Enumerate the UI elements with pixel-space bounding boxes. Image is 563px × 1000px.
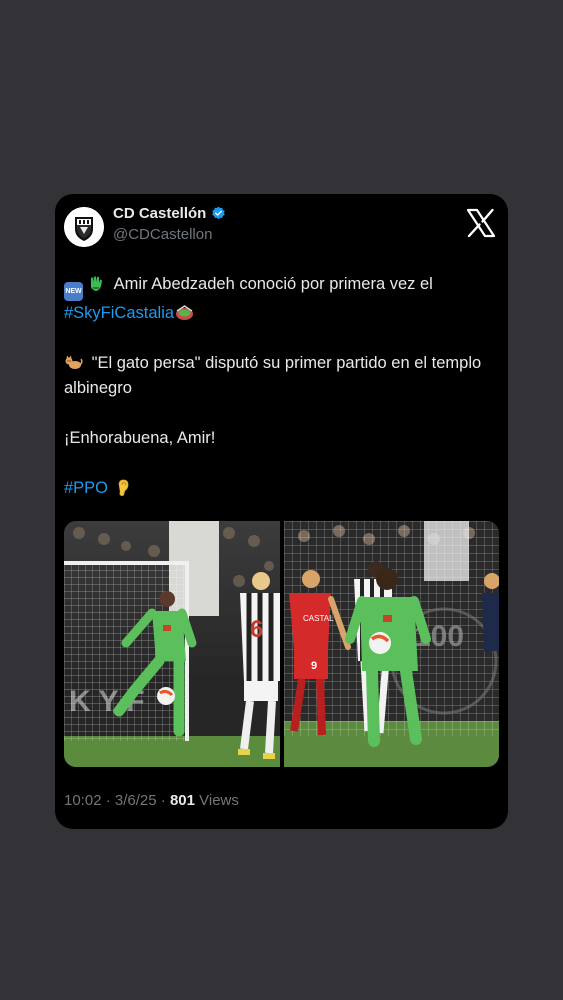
photo-goalkeeper-catching[interactable]: 100 CASTAL 9 bbox=[283, 521, 499, 767]
line3-text: ¡Enhorabuena, Amir! bbox=[64, 429, 216, 447]
club-avatar[interactable] bbox=[64, 207, 104, 247]
stadium-emoji-icon bbox=[175, 303, 194, 322]
user-handle[interactable]: @CDCastellon bbox=[113, 226, 212, 243]
hashtag-ppo[interactable]: #PPO bbox=[64, 479, 108, 497]
hashtag-skyficastalia[interactable]: #SkyFiCastalia bbox=[64, 304, 174, 322]
meta-separator-2: · bbox=[156, 792, 170, 809]
away-jersey-sponsor: CASTAL bbox=[303, 614, 334, 623]
svg-text:9: 9 bbox=[311, 660, 317, 672]
meta-separator: · bbox=[101, 792, 115, 809]
tweet-card[interactable]: CD Castellón @CDCastellon NEW Amir Abedz… bbox=[55, 194, 508, 829]
tweet-media: K Y F bbox=[64, 521, 499, 767]
club-crest-icon bbox=[64, 207, 104, 247]
line1-text: Amir Abedzadeh conoció por primera vez e… bbox=[110, 275, 433, 293]
tweet-meta: 10:02 · 3/6/25 · 801 Views bbox=[64, 792, 239, 809]
x-logo-icon[interactable] bbox=[466, 208, 496, 238]
views-label: Views bbox=[194, 792, 239, 809]
ear-emoji-icon bbox=[113, 478, 132, 497]
display-name[interactable]: CD Castellón bbox=[113, 205, 206, 222]
cat-emoji-icon bbox=[64, 353, 83, 372]
svg-text:6: 6 bbox=[250, 616, 263, 643]
photo-goalkeeper-diving[interactable]: K Y F bbox=[64, 521, 280, 767]
tweet-time[interactable]: 10:02 bbox=[64, 792, 102, 809]
line2-text: "El gato persa" disputó su primer partid… bbox=[64, 354, 482, 397]
tweet-date[interactable]: 3/6/25 bbox=[115, 792, 157, 809]
tweet-text: NEW Amir Abedzadeh conoció por primera v… bbox=[64, 272, 494, 501]
new-emoji-icon: NEW bbox=[64, 282, 83, 301]
verified-badge-icon bbox=[212, 206, 226, 220]
views-count: 801 bbox=[169, 792, 195, 809]
goalkeeper-glove-emoji-icon bbox=[87, 274, 106, 293]
